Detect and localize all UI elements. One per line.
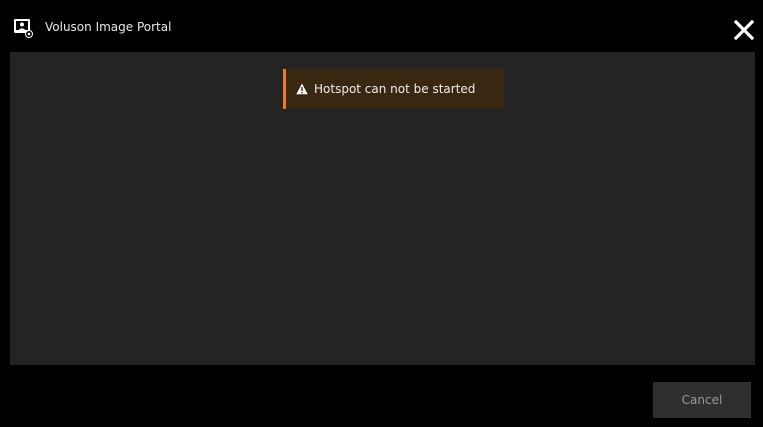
app-window: Voluson Image Portal Hotspot can not be … [0, 0, 763, 427]
cancel-button[interactable]: Cancel [653, 382, 751, 418]
warning-icon [296, 83, 308, 95]
main-content-area: Hotspot can not be started [10, 52, 755, 365]
footer-bar: Cancel [0, 365, 763, 427]
close-icon[interactable] [733, 19, 755, 41]
notification-message: Hotspot can not be started [314, 82, 476, 96]
warning-notification: Hotspot can not be started [283, 69, 504, 109]
app-title: Voluson Image Portal [45, 20, 172, 34]
title-bar: Voluson Image Portal [0, 0, 763, 52]
voluson-portal-icon [14, 19, 33, 38]
